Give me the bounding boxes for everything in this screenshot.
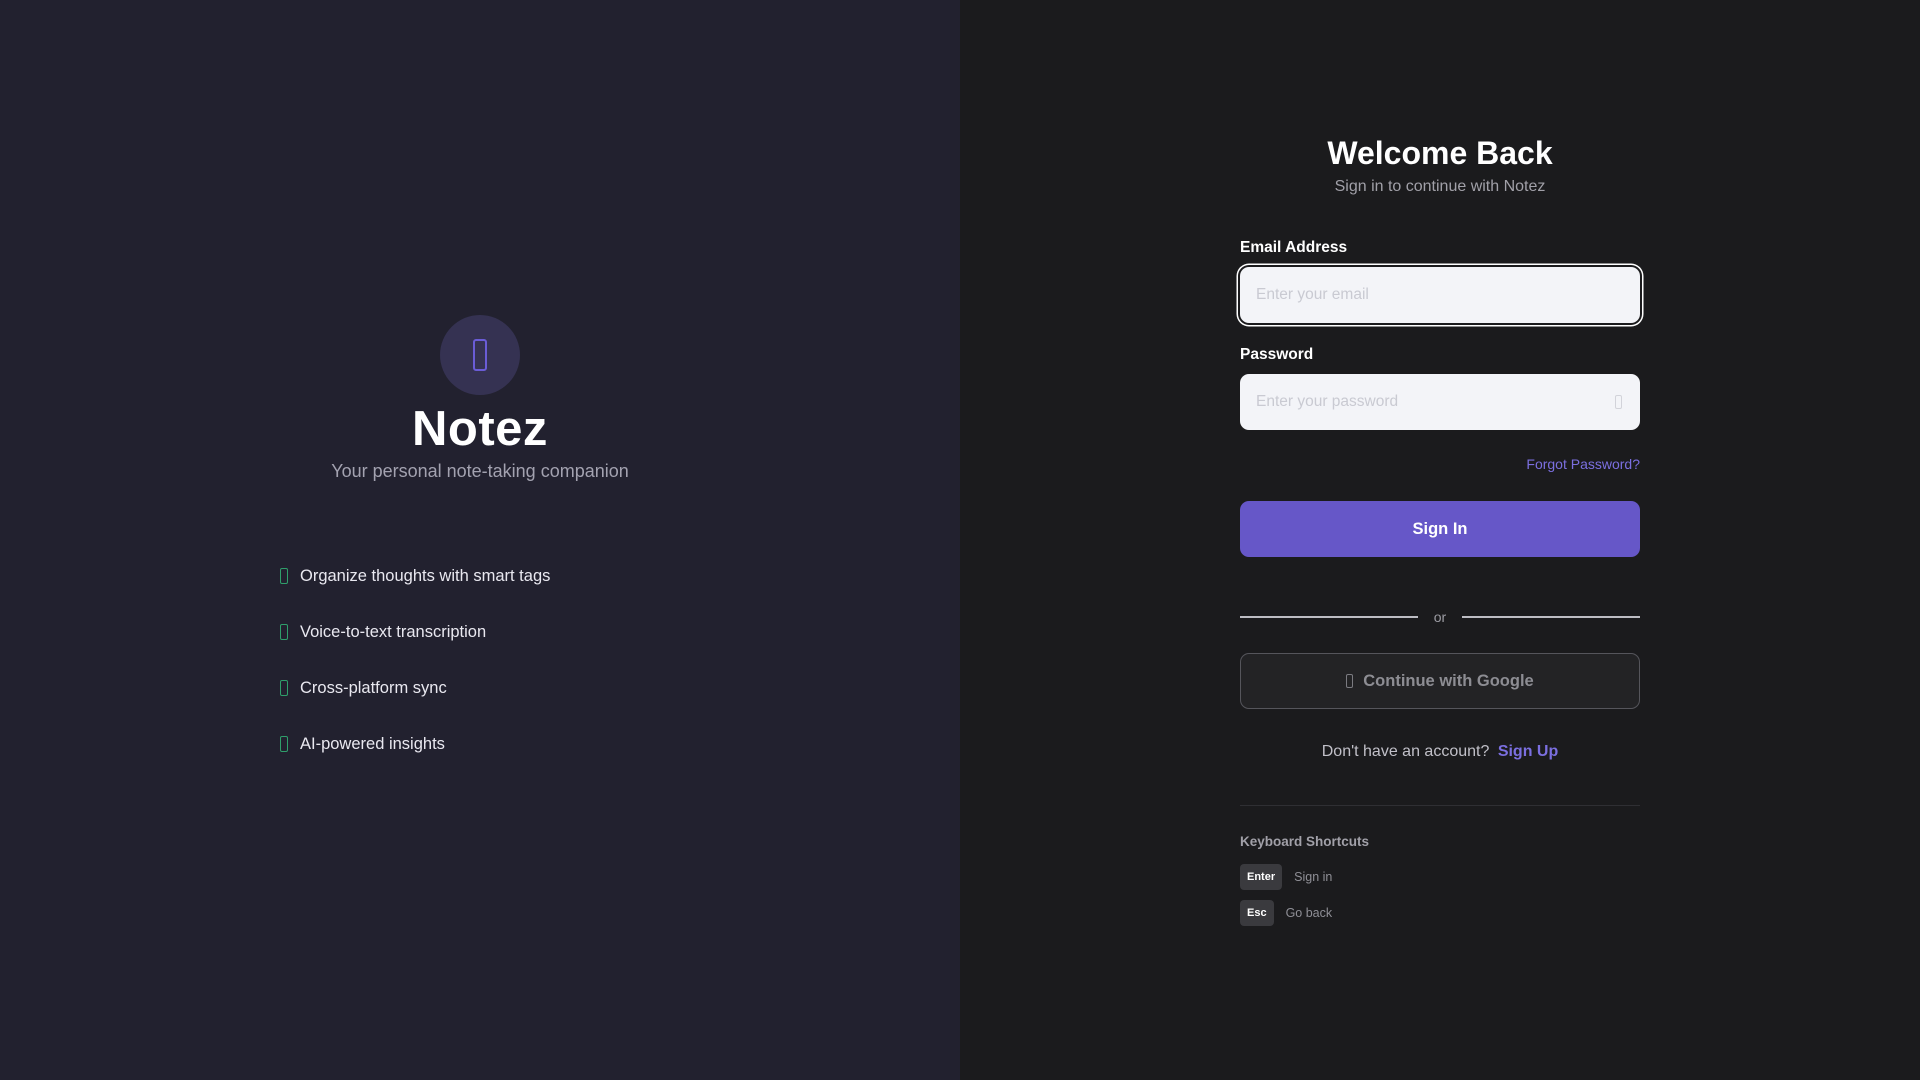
feature-text: Organize thoughts with smart tags	[300, 566, 551, 585]
shortcut-row: Enter Sign in	[1240, 864, 1640, 890]
form-subtitle: Sign in to continue with Notez	[1334, 178, 1546, 195]
feature-item: Cross-platform sync	[280, 660, 550, 716]
shortcut-description: Sign in	[1294, 870, 1333, 884]
divider-line-right	[1462, 616, 1640, 618]
check-icon	[280, 624, 288, 640]
feature-text: Cross-platform sync	[300, 678, 447, 697]
feature-list: Organize thoughts with smart tags Voice-…	[280, 548, 550, 772]
shortcut-description: Go back	[1285, 906, 1333, 920]
check-icon	[280, 680, 288, 696]
app-name: Notez	[412, 402, 548, 456]
sign-in-button[interactable]: Sign In	[1240, 501, 1640, 557]
email-input[interactable]	[1240, 267, 1640, 323]
brand-panel: Notez Your personal note-taking companio…	[0, 0, 960, 1080]
google-sign-in-button[interactable]: Continue with Google	[1240, 653, 1640, 709]
password-label: Password	[1240, 346, 1314, 363]
feature-text: Voice-to-text transcription	[300, 622, 487, 641]
password-input[interactable]	[1240, 374, 1640, 430]
shortcut-key: Esc	[1240, 900, 1274, 926]
divider-line-left	[1240, 616, 1418, 618]
email-label: Email Address	[1240, 239, 1348, 256]
keyboard-shortcuts: Keyboard Shortcuts Enter Sign in Esc Go …	[1240, 834, 1640, 926]
login-page: Notez Your personal note-taking companio…	[0, 0, 1920, 1080]
shortcuts-title: Keyboard Shortcuts	[1240, 834, 1370, 849]
sign-up-link[interactable]: Sign Up	[1498, 743, 1558, 760]
password-field-wrapper	[1240, 374, 1640, 430]
section-separator	[1240, 805, 1640, 806]
check-icon	[280, 568, 288, 584]
feature-text: AI-powered insights	[300, 734, 445, 753]
shortcut-row: Esc Go back	[1240, 900, 1640, 926]
google-button-label: Continue with Google	[1363, 671, 1534, 690]
feature-item: Organize thoughts with smart tags	[280, 548, 550, 604]
feature-item: Voice-to-text transcription	[280, 604, 550, 660]
check-icon	[280, 736, 288, 752]
email-field-wrapper	[1240, 267, 1640, 323]
app-tagline: Your personal note-taking companion	[331, 460, 629, 481]
form-title: Welcome Back	[1327, 135, 1553, 171]
forgot-password-row: Forgot Password?	[1240, 456, 1640, 474]
or-divider: or	[1240, 607, 1640, 627]
shortcut-key: Enter	[1240, 864, 1283, 890]
app-logo	[440, 315, 520, 395]
brand-header: Notez Your personal note-taking companio…	[0, 315, 960, 482]
notebook-icon	[473, 339, 487, 371]
signup-prompt: Don't have an account? Sign Up	[1240, 743, 1640, 761]
feature-item: AI-powered insights	[280, 716, 550, 772]
forgot-password-link[interactable]: Forgot Password?	[1526, 456, 1640, 472]
divider-text: or	[1433, 609, 1447, 625]
signup-prompt-text: Don't have an account?	[1321, 743, 1490, 760]
eye-icon[interactable]	[1615, 395, 1622, 409]
form-panel: Welcome Back Sign in to continue with No…	[960, 0, 1920, 1080]
google-icon	[1346, 674, 1354, 688]
login-form: Welcome Back Sign in to continue with No…	[1240, 135, 1640, 926]
